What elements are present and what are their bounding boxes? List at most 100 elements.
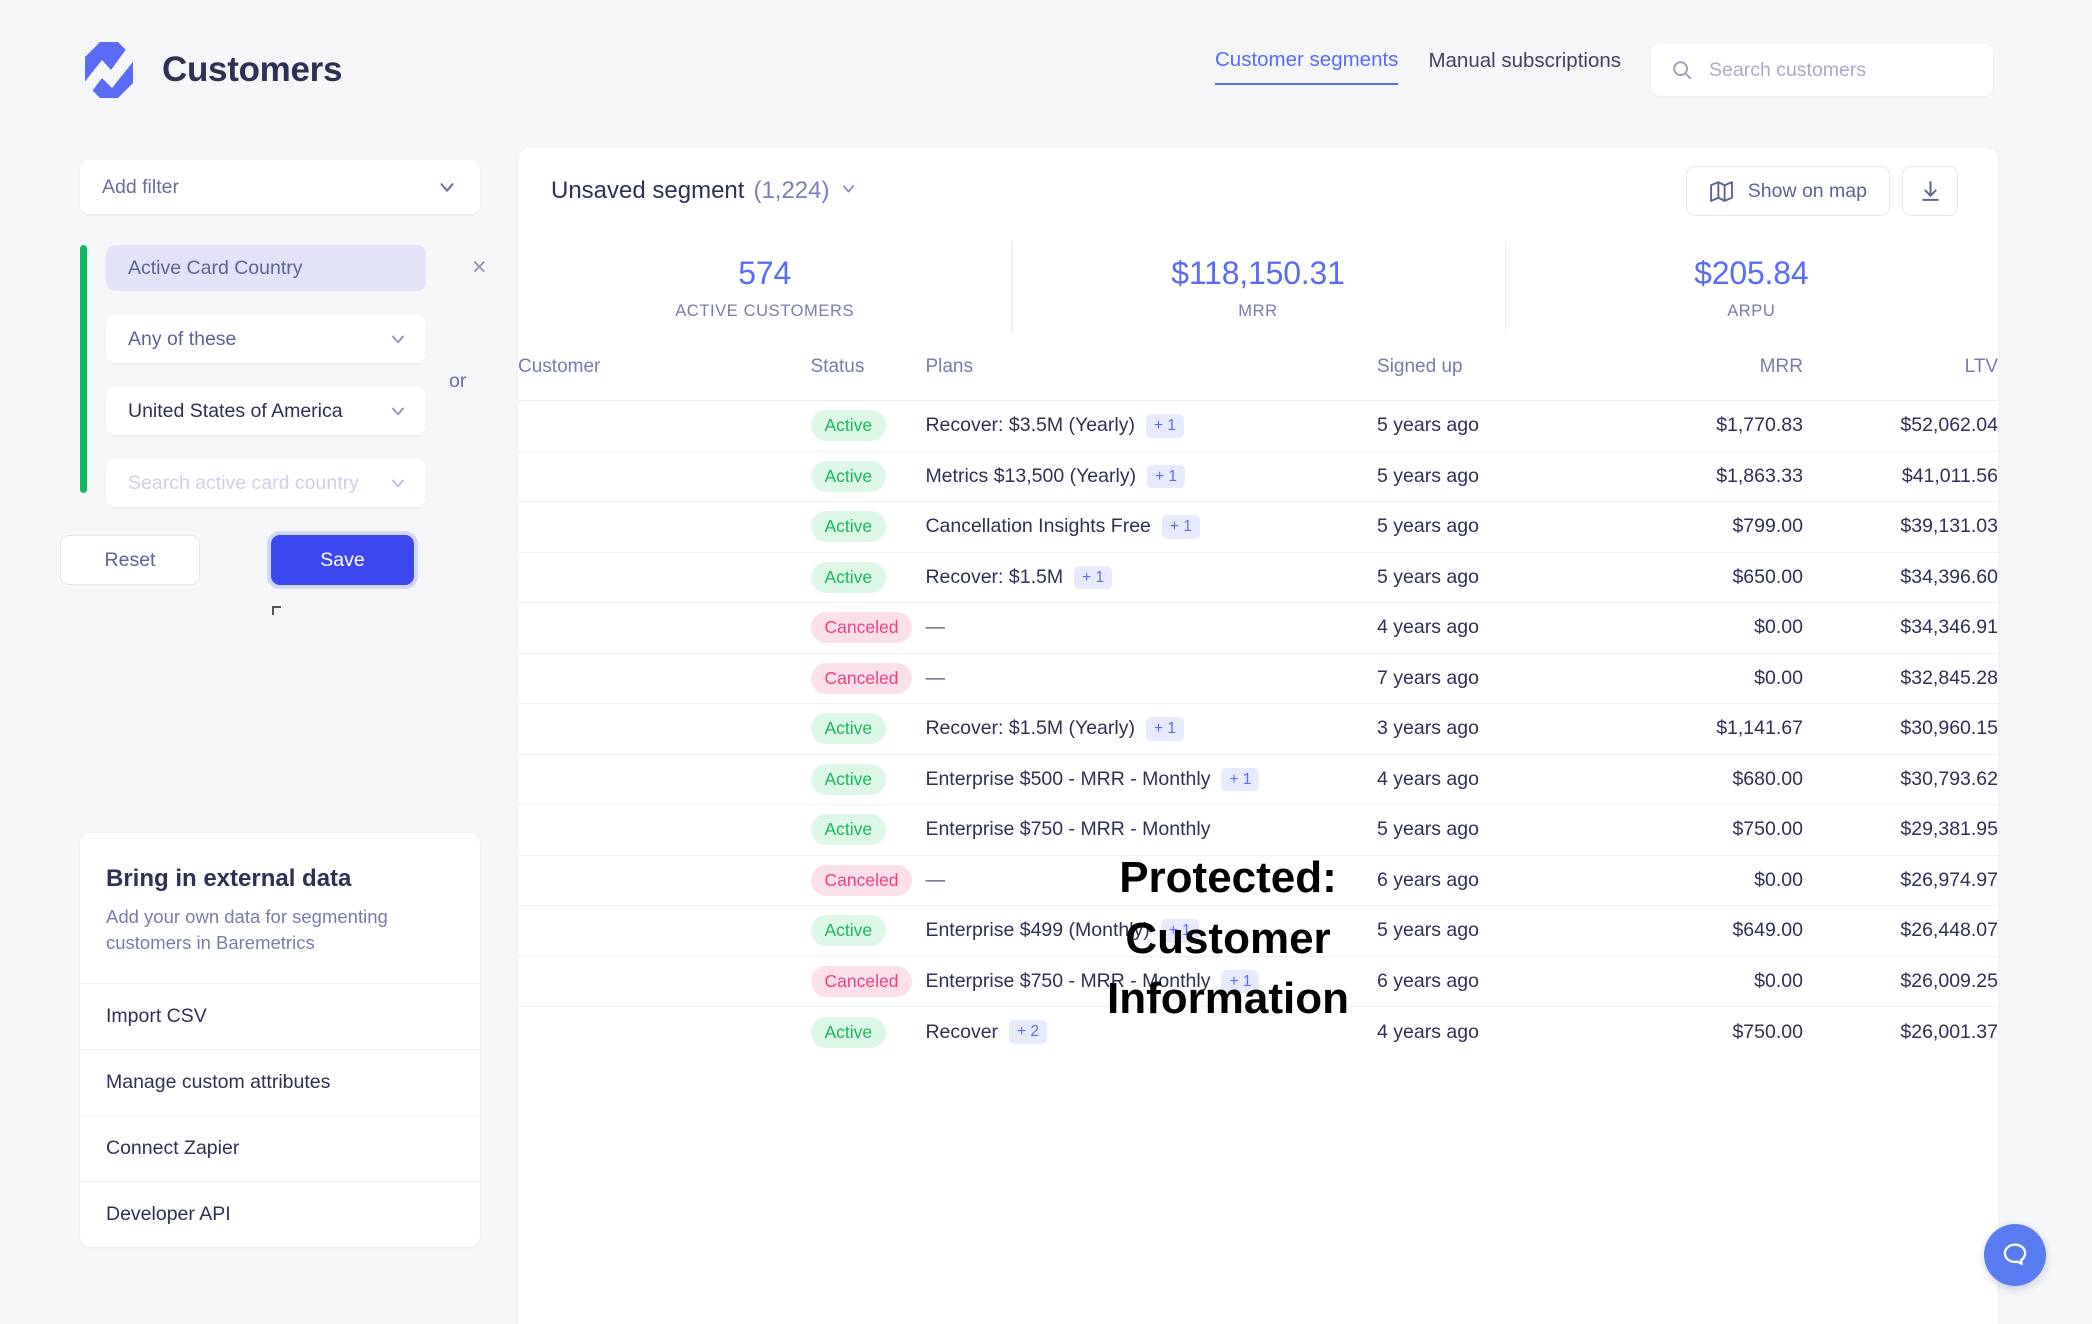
plan-extra-count-badge[interactable]: + 1 [1161,515,1200,539]
download-button[interactable] [1902,166,1958,216]
cell-status: Canceled [810,602,926,653]
filter-actions: Reset Save [60,535,490,585]
table-body: Active Recover: $3.5M (Yearly) + 1 5 years … [518,400,1998,1057]
filter-field-chip[interactable]: Active Card Country [106,245,426,291]
cell-ltv: $29,381.95 [1802,804,1998,855]
cell-status: Active [810,905,926,956]
cell-mrr: $750.00 [1607,1006,1803,1057]
plan-name: — [925,616,945,639]
column-header-status[interactable]: Status [811,342,926,401]
cell-customer [518,854,811,906]
plan-name: Enterprise $499 (Monthly) [925,919,1150,942]
page-title: Customers [162,50,343,89]
tab-manual-subscriptions[interactable]: Manual subscriptions [1428,49,1621,84]
table-row[interactable]: Active Recover: $1.5M (Yearly) + 1 3 years … [518,703,1998,754]
search-customers-box[interactable]: Search customers [1651,44,1993,96]
cell-customer [518,551,811,603]
cell-customer [518,400,811,451]
column-header-customer[interactable]: Customer [518,342,811,401]
cell-customer [518,652,811,704]
cell-customer [518,1006,811,1057]
filter-value-label: United States of America [128,399,343,422]
column-header-signed-up[interactable]: Signed up [1377,342,1608,401]
cell-customer [518,753,811,805]
cell-status: Active [810,753,926,805]
table-row[interactable]: Active Enterprise $499 (Monthly) + 1 5 year… [518,905,1998,956]
tab-customer-segments[interactable]: Customer segments [1215,48,1399,85]
cell-ltv: $34,396.60 [1802,551,1998,603]
status-badge: Active [810,814,887,846]
top-bar: Customers Customer segments Manual subsc… [0,0,2092,140]
external-item-developer-api[interactable]: Developer API [80,1180,480,1247]
table-row[interactable]: Active Recover: $3.5M (Yearly) + 1 5 years … [518,400,1998,451]
external-item-import-csv[interactable]: Import CSV [80,982,480,1049]
cell-plans: — [925,854,1378,906]
cell-mrr: $649.00 [1607,905,1803,956]
column-header-plans[interactable]: Plans [925,342,1377,401]
add-filter-dropdown[interactable]: Add filter [80,160,480,214]
cell-mrr: $1,770.83 [1607,400,1803,451]
cell-status: Active [810,400,926,451]
table-row[interactable]: Active Enterprise $750 - MRR - Monthly 5 y… [518,804,1998,855]
kpi-label: ARPU [1727,302,1776,320]
table-row[interactable]: Active Metrics $13,500 (Yearly) + 1 5 years… [518,450,1998,502]
table-row[interactable]: Canceled Enterprise $750 - MRR - Monthly +… [518,955,1998,1007]
kpi-value: $205.84 [1694,255,1809,291]
table-row[interactable]: Active Recover + 2 4 years ago $750.00 $26,00… [518,1006,1998,1057]
brand: Customers [80,40,342,100]
cell-plans: Enterprise $500 - MRR - Monthly + 1 [925,753,1378,805]
remove-filter-icon[interactable]: × [472,255,487,280]
cell-status: Active [810,804,926,855]
table-row[interactable]: Active Enterprise $500 - MRR - Monthly + 1… [518,753,1998,805]
status-badge: Active [810,713,887,745]
filter-value-select[interactable]: United States of America [106,387,426,435]
cell-plans: — [925,602,1378,653]
table-row[interactable]: Active Recover: $1.5M + 1 5 years ago $650.0… [518,551,1998,603]
cell-signed-up: 7 years ago [1377,652,1608,704]
external-item-connect-zapier[interactable]: Connect Zapier [80,1114,480,1181]
segment-title-dropdown[interactable]: Unsaved segment (1,224) [551,177,858,205]
filter-value-search-select[interactable]: Search active card country [106,459,426,507]
help-chat-button[interactable] [1984,1224,2046,1286]
plan-extra-count-badge[interactable]: + 1 [1221,969,1260,993]
column-header-mrr[interactable]: MRR [1608,342,1803,401]
plan-extra-count-badge[interactable]: + 1 [1145,717,1184,741]
plan-name: Enterprise $750 - MRR - Monthly [925,818,1211,841]
cell-ltv: $32,845.28 [1802,652,1998,704]
table-row[interactable]: Canceled — 7 years ago $0.00 $32,845.28 [518,652,1998,704]
plan-extra-count-badge[interactable]: + 1 [1221,767,1260,791]
plan-extra-count-badge[interactable]: + 1 [1160,919,1199,943]
plan-extra-count-badge[interactable]: + 2 [1009,1020,1048,1044]
kpi-value: 574 [738,255,792,291]
plan-extra-count-badge[interactable]: + 1 [1145,414,1184,438]
save-button[interactable]: Save [271,535,414,585]
show-on-map-button[interactable]: Show on map [1685,166,1890,216]
plan-extra-count-badge[interactable]: + 1 [1074,565,1113,589]
cell-signed-up: 6 years ago [1377,854,1608,906]
column-header-ltv[interactable]: LTV [1803,342,1998,401]
table-row[interactable]: Active Cancellation Insights Free + 1 5 yea… [518,501,1998,552]
segment-header-actions: Show on map [1685,166,1958,216]
cursor-marker [272,606,281,615]
cell-plans: Metrics $13,500 (Yearly) + 1 [925,450,1378,502]
filter-operator-select[interactable]: Any of these [106,315,426,363]
map-icon [1709,180,1733,202]
add-filter-label: Add filter [102,175,179,198]
search-input-placeholder: Search customers [1709,58,1867,81]
customers-table: Customer Status Plans Signed up MRR LTV … [518,342,1998,1057]
cell-mrr: $1,141.67 [1607,703,1803,754]
plan-extra-count-badge[interactable]: + 1 [1147,464,1186,488]
cell-status: Active [810,450,926,502]
external-item-manage-custom-attributes[interactable]: Manage custom attributes [80,1048,480,1115]
kpi-arpu: $205.84 ARPU [1504,241,1998,333]
reset-button[interactable]: Reset [60,535,200,585]
table-row[interactable]: Canceled — 6 years ago $0.00 $26,974.97 [518,854,1998,906]
cell-ltv: $30,960.15 [1802,703,1998,754]
filter-operator-label: Any of these [128,327,237,350]
baremetrics-logo-icon [83,42,136,98]
table-row[interactable]: Canceled — 4 years ago $0.00 $34,346.91 [518,602,1998,653]
chat-bubble-icon [2003,1243,2027,1266]
cell-signed-up: 5 years ago [1377,450,1608,502]
cell-status: Canceled [810,955,926,1007]
cell-mrr: $0.00 [1607,854,1803,906]
